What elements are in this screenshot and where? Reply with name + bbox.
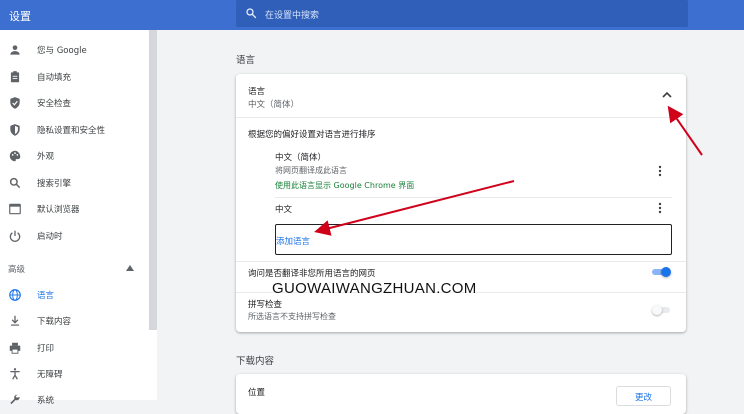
sidebar-item-languages[interactable]: 语言 bbox=[0, 285, 147, 305]
divider bbox=[275, 197, 672, 198]
download-icon bbox=[10, 315, 20, 326]
palette-icon bbox=[9, 150, 21, 162]
caret-up-icon bbox=[126, 265, 134, 271]
sidebar-item-on-startup[interactable]: 启动时 bbox=[0, 226, 147, 246]
sidebar-item-label: 下载内容 bbox=[37, 317, 72, 327]
sidebar-item-label: 打印 bbox=[37, 344, 55, 354]
add-language-highlight bbox=[275, 224, 672, 255]
sidebar-scrollbar[interactable] bbox=[149, 30, 157, 330]
translate-offer-toggle[interactable] bbox=[652, 267, 672, 277]
accessibility-icon bbox=[10, 368, 20, 380]
sidebar-item-label: 外观 bbox=[37, 152, 55, 162]
search-placeholder: 在设置中搜索 bbox=[265, 11, 320, 21]
sidebar-item-downloads[interactable]: 下载内容 bbox=[0, 311, 147, 331]
sidebar-item-accessibility[interactable]: 无障碍 bbox=[0, 364, 147, 384]
top-bar: 设置 在设置中搜索 bbox=[0, 0, 744, 30]
add-language-link[interactable]: 添加语言 bbox=[276, 235, 310, 247]
language-ui-note: 使用此语言显示 Google Chrome 界面 bbox=[275, 181, 415, 190]
sidebar-item-default-browser[interactable]: 默认浏览器 bbox=[0, 199, 147, 219]
search-input[interactable]: 在设置中搜索 bbox=[236, 0, 688, 27]
spellcheck-label: 拼写检查 bbox=[248, 300, 283, 310]
spellcheck-sublabel: 所选语言不支持拼写检查 bbox=[248, 312, 336, 321]
translate-offer-label: 询问是否翻译非您所用语言的网页 bbox=[248, 269, 376, 279]
change-location-button[interactable]: 更改 bbox=[616, 386, 671, 406]
change-button-label: 更改 bbox=[634, 393, 652, 403]
language-order-description: 根据您的偏好设置对语言进行排序 bbox=[248, 130, 376, 140]
toggle-knob bbox=[661, 267, 671, 277]
sidebar-item-appearance[interactable]: 外观 bbox=[0, 146, 147, 166]
sidebar-item-you-and-google[interactable]: 您与 Google bbox=[0, 40, 147, 60]
sidebar-item-safety-check[interactable]: 安全检查 bbox=[0, 93, 147, 113]
person-icon bbox=[10, 45, 20, 55]
downloads-section-title: 下载内容 bbox=[236, 356, 275, 367]
sidebar-item-autofill[interactable]: 自动填充 bbox=[0, 67, 147, 87]
shield-icon bbox=[10, 124, 20, 136]
collapse-chevron-icon[interactable] bbox=[662, 91, 672, 98]
clipboard-icon bbox=[10, 71, 20, 83]
languages-card-title: 语言 bbox=[248, 87, 266, 97]
sidebar-item-label: 默认浏览器 bbox=[37, 205, 80, 215]
browser-icon bbox=[9, 203, 21, 215]
sidebar-item-label: 启动时 bbox=[37, 232, 63, 242]
sidebar-item-search-engine[interactable]: 搜索引擎 bbox=[0, 173, 147, 193]
sidebar-item-label: 搜索引擎 bbox=[37, 179, 72, 189]
globe-icon bbox=[9, 289, 21, 301]
languages-section-title: 语言 bbox=[236, 55, 256, 66]
sidebar-item-label: 自动填充 bbox=[37, 73, 72, 83]
language-name: 中文（简体） bbox=[275, 153, 327, 163]
more-vert-icon[interactable] bbox=[658, 165, 662, 177]
download-location-label: 位置 bbox=[248, 388, 266, 398]
sidebar-item-printing[interactable]: 打印 bbox=[0, 338, 147, 358]
more-vert-icon[interactable] bbox=[658, 202, 662, 214]
wrench-icon bbox=[10, 394, 20, 405]
sidebar: 您与 Google 自动填充 安全检查 隐私设置和安全性 外观 搜索引擎 默认浏… bbox=[0, 30, 157, 406]
power-icon bbox=[9, 230, 21, 242]
printer-icon bbox=[9, 342, 21, 354]
app-title: 设置 bbox=[9, 10, 31, 23]
divider bbox=[236, 117, 686, 118]
languages-card-subtitle: 中文（简体） bbox=[248, 100, 300, 110]
toggle-knob bbox=[652, 305, 662, 315]
sidebar-item-system[interactable]: 系统 bbox=[0, 390, 147, 410]
sidebar-item-label: 您与 Google bbox=[37, 46, 87, 56]
sidebar-item-label: 系统 bbox=[37, 396, 55, 406]
search-icon bbox=[246, 8, 257, 19]
sidebar-item-privacy[interactable]: 隐私设置和安全性 bbox=[0, 120, 147, 140]
sidebar-item-label: 安全检查 bbox=[37, 99, 72, 109]
sidebar-item-label: 语言 bbox=[37, 291, 55, 301]
spellcheck-toggle[interactable] bbox=[652, 305, 672, 315]
sidebar-item-label: 无障碍 bbox=[37, 370, 63, 380]
sidebar-item-label: 隐私设置和安全性 bbox=[37, 126, 106, 136]
advanced-label: 高级 bbox=[8, 265, 26, 275]
language-translate-note: 将网页翻译成此语言 bbox=[275, 166, 347, 175]
divider bbox=[236, 261, 686, 262]
search-icon bbox=[9, 177, 21, 189]
language-name: 中文 bbox=[275, 205, 293, 215]
watermark: GUOWAIWANGZHUAN.COM bbox=[272, 280, 477, 297]
shield-check-icon bbox=[10, 97, 20, 109]
advanced-toggle[interactable]: 高级 bbox=[8, 262, 136, 276]
